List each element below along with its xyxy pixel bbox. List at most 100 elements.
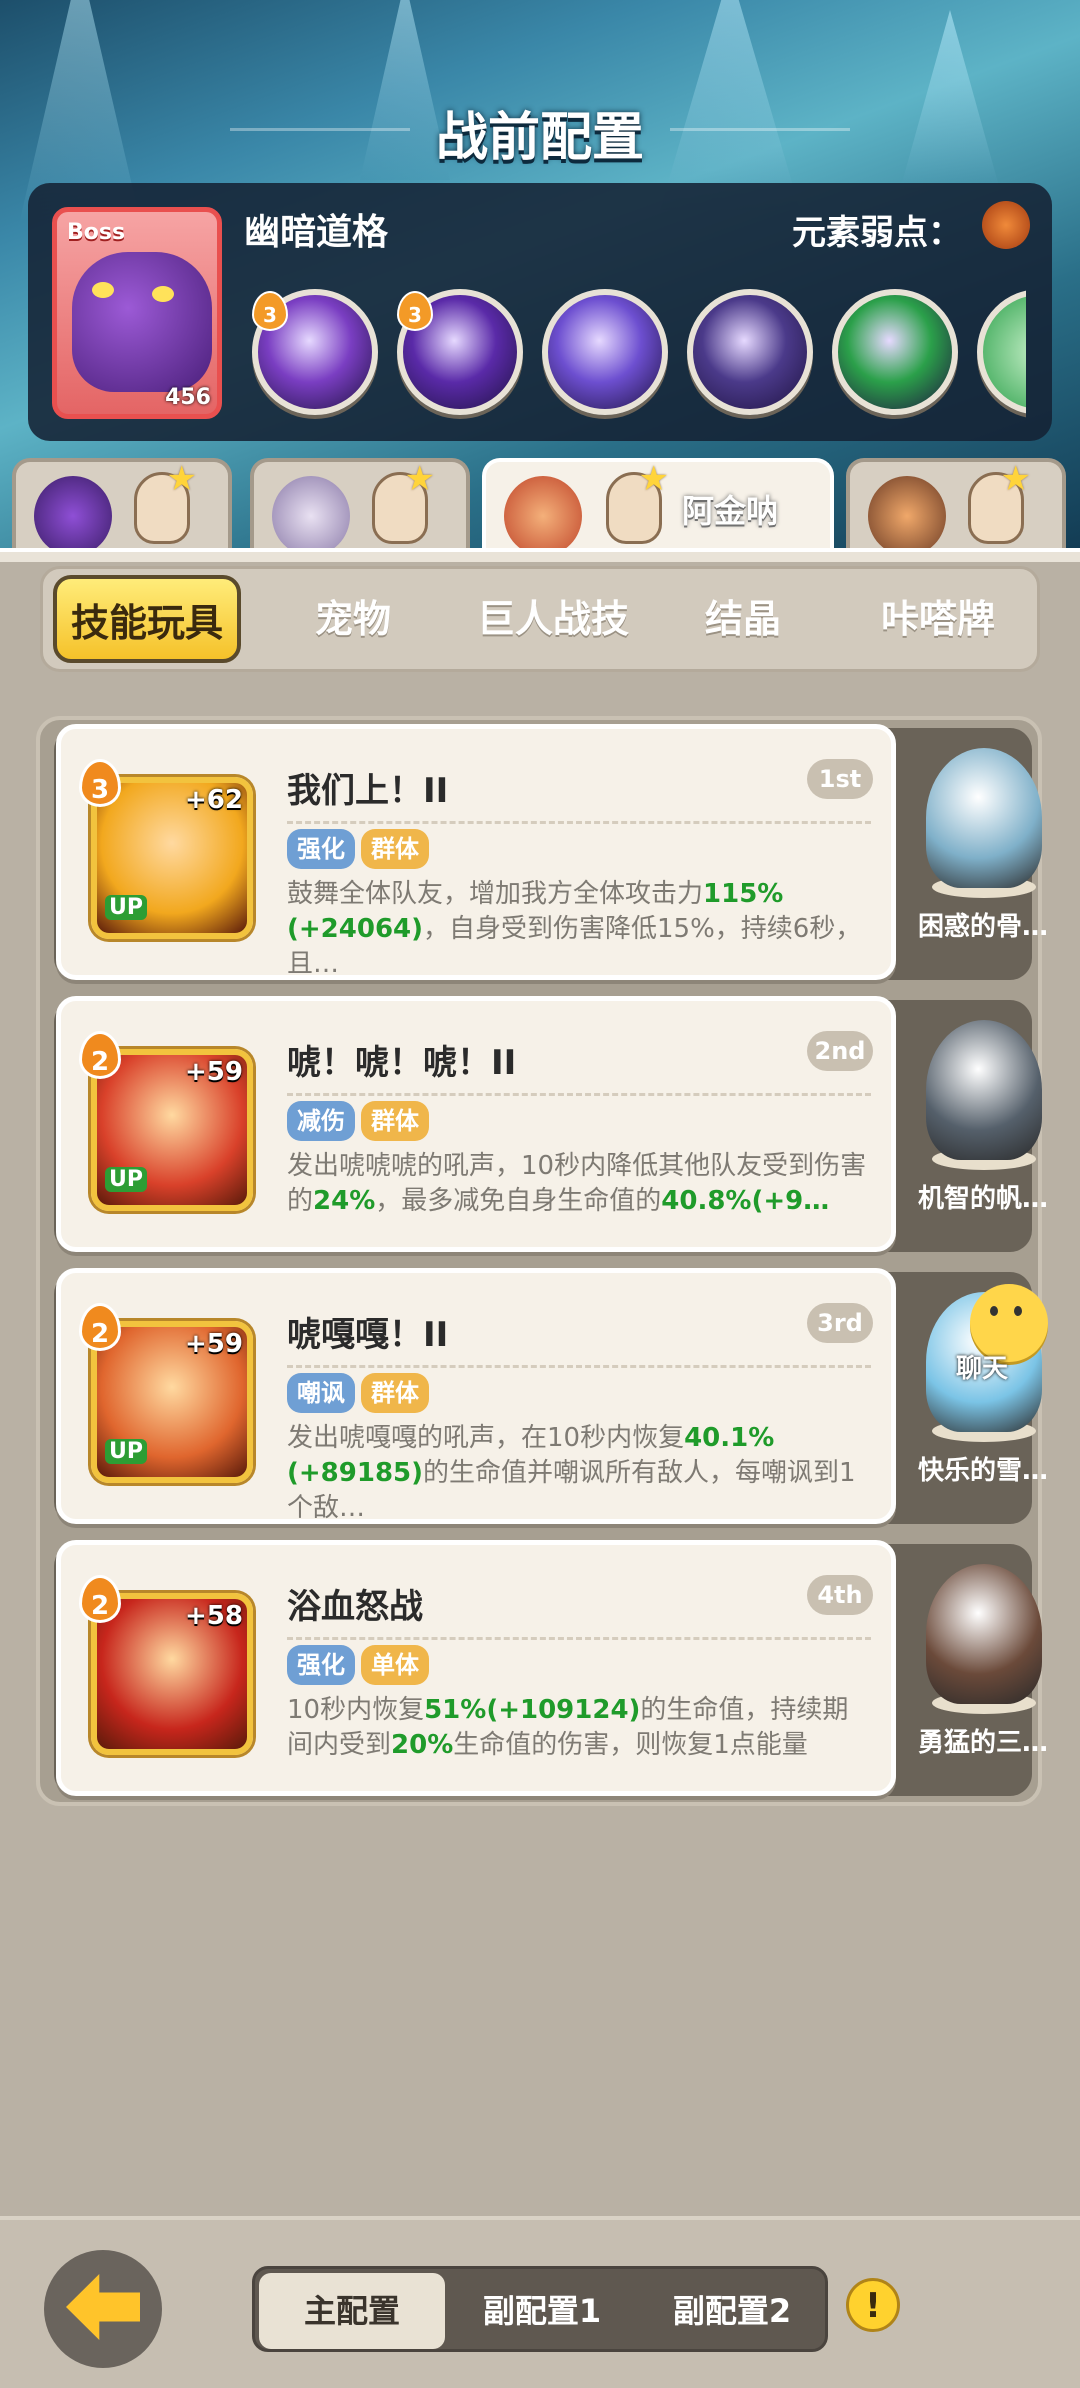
skill-rank: 2nd [807, 1031, 873, 1071]
pet-name: 机智的帆… [917, 1184, 1048, 1214]
skill-description: 10秒内恢复51%(+109124)的生命值，持续期间内受到20%生命值的伤害，… [287, 1693, 869, 1793]
description-text: 鼓舞全体队友，增加我方全体攻击力 [287, 879, 704, 909]
skill-level-badge: 2 [79, 1303, 121, 1351]
skill-tag: 单体 [361, 1645, 429, 1685]
description-text: ，最多减免自身生命值的 [375, 1186, 662, 1216]
tap-hand-icon [968, 462, 1031, 544]
card-divider [287, 1637, 871, 1640]
boss-portrait[interactable]: Boss 456 [52, 207, 222, 419]
hourglass-icon[interactable] [832, 289, 958, 415]
skill-tag: 嘲讽 [287, 1373, 355, 1413]
weakness-label: 元素弱点： [792, 213, 962, 253]
skill-description: 发出唬嘎嘎的吼声，在10秒内恢复40.1%(+89185)的生命值并嘲讽所有敌人… [287, 1421, 869, 1521]
skill-tag: 减伤 [287, 1101, 355, 1141]
main-config-tab[interactable]: 主配置 [259, 2273, 445, 2349]
sub-config-2-tab[interactable]: 副配置2 [639, 2273, 825, 2349]
pet-slot[interactable]: 勇猛的三… [908, 1544, 1058, 1796]
skill-card[interactable]: 2 +59 UP 唬！唬！唬！II 2nd 减伤 群体 发出唬唬唬的吼声，10秒内降低其他队友… [56, 996, 896, 1252]
skill-rank: 3rd [807, 1303, 873, 1343]
skill-tags: 强化 群体 [287, 829, 435, 873]
skill-plus-value: +59 [185, 1057, 243, 1087]
boss-panel: Boss 456 幽暗道格 元素弱点： 33 [28, 183, 1052, 441]
skill-title: 我们上！II [287, 771, 449, 811]
card-divider [287, 1093, 871, 1096]
skill-plus-value: +58 [185, 1601, 243, 1631]
category-tabs: 技能玩具 宠物 巨人战技 结晶 咔嗒牌 [40, 566, 1040, 672]
hero-tabs: 阿金呐 [0, 458, 1080, 560]
skill-tag: 强化 [287, 829, 355, 869]
skill-level-badge: 3 [397, 291, 433, 331]
pet-figure [926, 748, 1042, 888]
skill-description: 鼓舞全体队友，增加我方全体攻击力115%(+24064)，自身受到伤害降低15%… [287, 877, 869, 977]
skill-level-badge: 3 [252, 291, 288, 331]
pet-name: 困惑的骨… [917, 912, 1048, 942]
stat-value: 51%(+109124) [424, 1695, 641, 1725]
hero-tab-3[interactable]: 阿金呐 [482, 458, 834, 560]
hero-avatar [868, 476, 946, 556]
stat-value: 20% [391, 1730, 454, 1760]
tab-pets[interactable]: 宠物 [263, 569, 443, 669]
tap-hand-icon [134, 462, 197, 544]
upgrade-badge: UP [105, 1167, 147, 1192]
skill-list: 3 +62 UP 我们上！II 1st 强化 群体 鼓舞全体队友，增加我方全体攻击力115%(… [36, 716, 1048, 1806]
skill-title: 浴血怒战 [287, 1587, 423, 1627]
skill-title: 唬！唬！唬！II [287, 1043, 517, 1083]
description-text: 发出唬嘎嘎的吼声，在10秒内恢复 [287, 1423, 685, 1453]
skill-rank: 4th [807, 1575, 873, 1615]
bottom-bar: 主配置 副配置1 副配置2 ! [0, 2216, 1080, 2388]
description-text: 10秒内恢复 [287, 1695, 425, 1725]
skill-tag: 群体 [361, 1101, 429, 1141]
skill-level-badge: 3 [79, 759, 121, 807]
pet-slot[interactable]: 困惑的骨… [908, 728, 1058, 980]
tap-hand-icon [606, 462, 669, 544]
purple-swirl-icon[interactable]: 3 [252, 289, 378, 415]
hero-tab-4[interactable] [846, 458, 1066, 560]
sub-config-1-tab[interactable]: 副配置1 [449, 2273, 635, 2349]
hero-tab-1[interactable] [12, 458, 232, 560]
boss-beast-image [72, 252, 212, 392]
chat-label: 聊天 [956, 1354, 1009, 1384]
skill-card[interactable]: 2 +59 UP 唬嘎嘎！II 3rd 嘲讽 群体 发出唬嘎嘎的吼声，在10秒内恢复40.1%… [56, 1268, 896, 1524]
crystal-icon[interactable] [542, 289, 668, 415]
skill-tags: 强化 单体 [287, 1645, 435, 1689]
description-text: 生命值的伤害，则恢复1点能量 [453, 1730, 808, 1760]
shadow-beast-icon[interactable] [687, 289, 813, 415]
warning-icon[interactable]: ! [846, 2278, 900, 2332]
page-title: 战前配置 [435, 108, 644, 168]
pet-figure [926, 1564, 1042, 1704]
hero-tab-2[interactable] [250, 458, 470, 560]
skill-plus-value: +62 [185, 785, 243, 815]
skill-description: 发出唬唬唬的吼声，10秒内降低其他队友受到伤害的24%，最多减免自身生命值的40… [287, 1149, 869, 1249]
skill-card[interactable]: 2 +58 浴血怒战 4th 强化 单体 10秒内恢复51%(+109124)的生命值，持续… [56, 1540, 896, 1796]
config-switcher: 主配置 副配置1 副配置2 [252, 2266, 828, 2352]
stat-value: 40.8%(+9… [661, 1186, 830, 1216]
tab-giant-skills[interactable]: 巨人战技 [453, 569, 653, 669]
chat-face-icon [990, 1306, 998, 1316]
partial-skill-icon[interactable] [977, 289, 1026, 415]
skill-rank: 1st [807, 759, 873, 799]
hero-avatar [504, 476, 582, 556]
upgrade-badge: UP [105, 895, 147, 920]
tab-skill-toys[interactable]: 技能玩具 [53, 575, 241, 663]
skill-tag: 群体 [361, 829, 429, 869]
battle-header: 战前配置 Boss 456 幽暗道格 元素弱点： 33 阿金呐 [0, 0, 1080, 560]
tab-click-cards[interactable]: 咔嗒牌 [843, 569, 1033, 669]
boss-level: 456 [165, 385, 211, 410]
skill-level-badge: 2 [79, 1575, 121, 1623]
fire-element-icon[interactable] [982, 201, 1030, 249]
card-divider [287, 821, 871, 824]
tap-hand-icon [372, 462, 435, 544]
back-arrow-icon [66, 2274, 140, 2340]
back-button[interactable] [44, 2250, 162, 2368]
skill-card[interactable]: 3 +62 UP 我们上！II 1st 强化 群体 鼓舞全体队友，增加我方全体攻击力115%(… [56, 724, 896, 980]
dark-burst-icon[interactable]: 3 [397, 289, 523, 415]
skill-tag: 群体 [361, 1373, 429, 1413]
boss-tag: Boss [67, 220, 126, 245]
skill-title: 唬嘎嘎！II [287, 1315, 449, 1355]
tab-crystals[interactable]: 结晶 [663, 569, 823, 669]
skill-level-badge: 2 [79, 1031, 121, 1079]
skill-tag: 强化 [287, 1645, 355, 1685]
skill-tags: 减伤 群体 [287, 1101, 435, 1145]
hero-avatar [34, 476, 112, 556]
pet-slot[interactable]: 机智的帆… [908, 1000, 1058, 1252]
